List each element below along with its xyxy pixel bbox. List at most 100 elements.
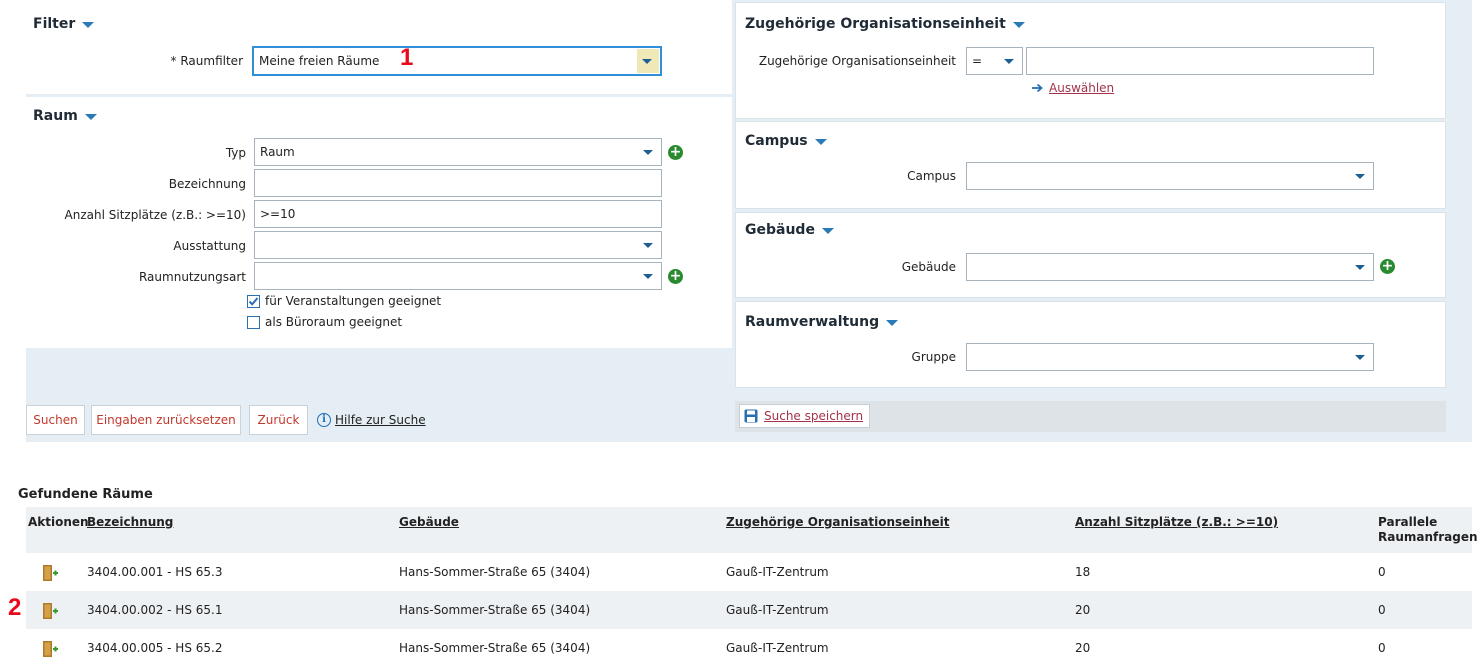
- cell-gebaeude: Hans-Sommer-Straße 65 (3404): [399, 565, 591, 579]
- reset-button[interactable]: Eingaben zurücksetzen: [91, 405, 241, 435]
- cell-bezeichnung: 3404.00.001 - HS 65.3: [87, 565, 223, 579]
- chevron-down-icon: [643, 274, 653, 279]
- table-row: 3404.00.005 - HS 65.2 Hans-Sommer-Straße…: [26, 629, 1472, 657]
- add-raumnutzungsart-plus-icon[interactable]: +: [668, 269, 683, 284]
- raum-title-text: Raum: [33, 108, 78, 124]
- bezeichnung-input[interactable]: [254, 169, 662, 197]
- col-aktionen: Aktionen: [28, 515, 89, 529]
- chevron-down-icon: [1004, 59, 1014, 64]
- veranstaltungen-checkbox-label[interactable]: für Veranstaltungen geeignet: [265, 294, 441, 308]
- cell-orgeinheit: Gauß-IT-Zentrum: [726, 603, 829, 617]
- room-request-icon[interactable]: [41, 602, 59, 620]
- raumnutzungsart-select[interactable]: [254, 262, 662, 290]
- gebaeude-title-text: Gebäude: [745, 222, 815, 238]
- cell-parallel: 0: [1378, 641, 1386, 655]
- cell-sitzplaetze: 18: [1075, 565, 1091, 579]
- raumfilter-value: Meine freien Räume: [259, 54, 380, 68]
- orgeinheit-input[interactable]: [1026, 47, 1374, 75]
- chevron-down-icon: [1355, 265, 1365, 270]
- save-icon: [744, 409, 758, 423]
- cell-parallel: 0: [1378, 565, 1386, 579]
- veranstaltungen-checkbox[interactable]: [247, 295, 260, 308]
- hilfe-link[interactable]: i Hilfe zur Suche: [317, 413, 426, 427]
- col-gebaeude[interactable]: Gebäude: [399, 515, 459, 529]
- col-parallel-line2: Raumanfragen: [1378, 530, 1478, 544]
- filter-section-title[interactable]: Filter: [33, 16, 95, 32]
- filter-title-text: Filter: [33, 16, 76, 32]
- add-typ-plus-icon[interactable]: +: [668, 145, 683, 160]
- auswaehlen-link-text: Auswählen: [1049, 81, 1115, 95]
- chevron-down-icon: [814, 139, 827, 145]
- col-sitzplaetze[interactable]: Anzahl Sitzplätze (z.B.: >=10): [1075, 515, 1278, 529]
- zurueck-button[interactable]: Zurück: [249, 405, 308, 435]
- chevron-down-icon: [1355, 355, 1365, 360]
- info-icon: i: [317, 413, 331, 427]
- gebaeude-label: Gebäude: [901, 260, 956, 274]
- auswaehlen-link[interactable]: Auswählen: [1032, 81, 1114, 95]
- sitzplaetze-label: Anzahl Sitzplätze (z.B.: >=10): [64, 208, 246, 222]
- cell-sitzplaetze: 20: [1075, 641, 1091, 655]
- chevron-down-icon: [1355, 174, 1365, 179]
- raumverwaltung-title-text: Raumverwaltung: [745, 314, 880, 330]
- col-bezeichnung[interactable]: Bezeichnung: [87, 515, 173, 529]
- gruppe-label: Gruppe: [911, 350, 956, 364]
- gruppe-select[interactable]: [966, 343, 1374, 371]
- orgeinheit-operator-value: =: [972, 54, 983, 68]
- sitzplaetze-value: >=10: [260, 207, 296, 221]
- chevron-down-icon: [886, 320, 899, 326]
- raumfilter-label: * Raumfilter: [170, 54, 243, 68]
- campus-section-title[interactable]: Campus: [745, 133, 827, 149]
- campus-select[interactable]: [966, 162, 1374, 190]
- hilfe-link-text: Hilfe zur Suche: [335, 413, 426, 427]
- raumverwaltung-section-title[interactable]: Raumverwaltung: [745, 314, 899, 330]
- orgeinheit-operator-select[interactable]: =: [966, 47, 1023, 75]
- typ-label: Typ: [225, 146, 246, 160]
- raumfilter-select[interactable]: Meine freien Räume: [252, 46, 662, 76]
- arrow-right-icon: [1032, 83, 1043, 93]
- chevron-down-icon: [84, 114, 97, 120]
- gebaeude-select[interactable]: [966, 253, 1374, 281]
- cell-orgeinheit: Gauß-IT-Zentrum: [726, 565, 829, 579]
- campus-title-text: Campus: [745, 133, 808, 149]
- bueroraum-checkbox[interactable]: [247, 316, 260, 329]
- checkmark-icon: [248, 297, 259, 306]
- typ-select[interactable]: Raum: [254, 138, 662, 166]
- cell-bezeichnung: 3404.00.002 - HS 65.1: [87, 603, 223, 617]
- cell-parallel: 0: [1378, 603, 1386, 617]
- chevron-down-icon: [643, 150, 653, 155]
- typ-value: Raum: [260, 145, 295, 159]
- cell-gebaeude: Hans-Sommer-Straße 65 (3404): [399, 603, 591, 617]
- cell-sitzplaetze: 20: [1075, 603, 1091, 617]
- chevron-down-icon: [821, 228, 834, 234]
- raum-section-title[interactable]: Raum: [33, 108, 97, 124]
- sitzplaetze-input[interactable]: >=10: [254, 200, 662, 228]
- annotation-marker-2: 2: [8, 594, 22, 621]
- room-request-icon[interactable]: [41, 564, 59, 582]
- ausstattung-select[interactable]: [254, 231, 662, 259]
- chevron-down-icon: [643, 243, 653, 248]
- chevron-down-icon: [1012, 22, 1025, 28]
- table-row: 3404.00.001 - HS 65.3 Hans-Sommer-Straße…: [26, 553, 1472, 591]
- col-parallel-line1: Parallele: [1378, 515, 1438, 529]
- gebaeude-section-title[interactable]: Gebäude: [745, 222, 834, 238]
- cell-orgeinheit: Gauß-IT-Zentrum: [726, 641, 829, 655]
- bezeichnung-label: Bezeichnung: [168, 177, 246, 191]
- suche-speichern-button[interactable]: Suche speichern: [739, 404, 870, 428]
- orgeinheit-title-text: Zugehörige Organisationseinheit: [745, 16, 1006, 32]
- orgeinheit-section-title[interactable]: Zugehörige Organisationseinheit: [745, 16, 1025, 32]
- results-title: Gefundene Räume: [18, 487, 153, 502]
- room-request-icon[interactable]: [41, 640, 59, 658]
- results-header-row: [26, 507, 1472, 553]
- raumnutzungsart-label: Raumnutzungsart: [138, 270, 246, 284]
- ausstattung-label: Ausstattung: [173, 239, 246, 253]
- add-gebaeude-plus-icon[interactable]: +: [1380, 259, 1395, 274]
- suche-speichern-text: Suche speichern: [764, 409, 864, 423]
- table-row: 3404.00.002 - HS 65.1 Hans-Sommer-Straße…: [26, 591, 1472, 629]
- suchen-button[interactable]: Suchen: [26, 405, 85, 435]
- cell-bezeichnung: 3404.00.005 - HS 65.2: [87, 641, 223, 655]
- chevron-down-icon: [82, 22, 95, 28]
- bueroraum-checkbox-label[interactable]: als Büroraum geeignet: [265, 315, 402, 329]
- chevron-down-icon: [642, 59, 652, 64]
- annotation-marker-1: 1: [400, 44, 414, 71]
- col-orgeinheit[interactable]: Zugehörige Organisationseinheit: [726, 515, 950, 529]
